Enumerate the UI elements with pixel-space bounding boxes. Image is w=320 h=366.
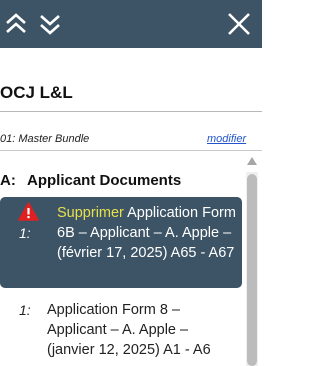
double-chevron-up-icon	[6, 13, 26, 33]
double-chevron-down-icon	[40, 15, 60, 35]
scroll-up-arrow-icon[interactable]	[246, 156, 258, 166]
close-icon	[228, 13, 250, 35]
item-title: Application Form 8 – Applicant – A. Appl…	[47, 302, 211, 358]
section-label: Applicant Documents	[27, 172, 182, 189]
delete-action-label[interactable]: Supprimer	[57, 205, 124, 221]
section-header[interactable]: A: Applicant Documents	[0, 172, 181, 189]
divider	[0, 150, 262, 151]
bundle-label: 01: Master Bundle	[0, 133, 90, 145]
panel-title: OCJ L&L	[0, 83, 73, 102]
item-number: 1:	[19, 225, 31, 241]
scrollbar-thumb[interactable]	[247, 174, 257, 366]
item-title: Supprimer Application Form 6B – Applican…	[57, 203, 242, 263]
divider	[0, 111, 262, 112]
warning-icon	[18, 202, 39, 221]
section-letter: A:	[0, 172, 16, 189]
document-item[interactable]: 1: Application Form 8 – Applicant – A. A…	[0, 300, 242, 364]
toolbar	[0, 0, 262, 48]
modify-link[interactable]: modifier	[207, 133, 246, 145]
document-item-selected[interactable]: 1: Supprimer Application Form 6B – Appli…	[0, 197, 242, 288]
item-number: 1:	[19, 302, 31, 318]
collapse-all-button[interactable]	[0, 8, 32, 40]
expand-all-button[interactable]	[34, 8, 66, 40]
close-button[interactable]	[223, 8, 255, 40]
